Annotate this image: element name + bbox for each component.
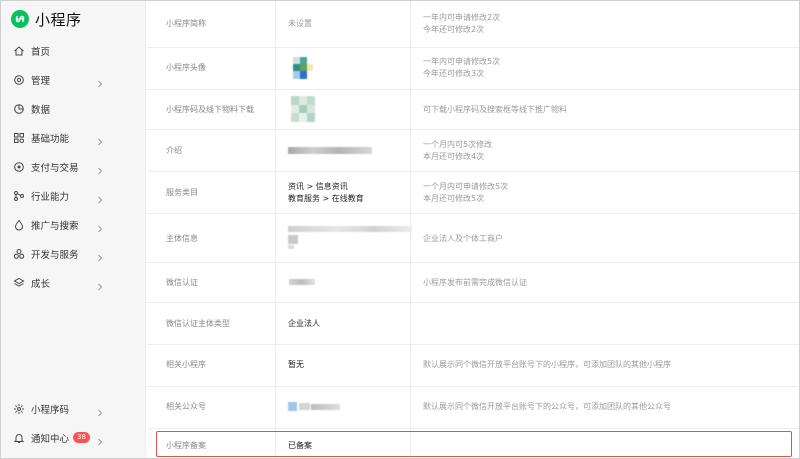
- official-account-redacted: [288, 402, 340, 411]
- grid-icon: [13, 132, 25, 144]
- row-value: 教育服务 > 在线教育: [288, 194, 364, 203]
- app-title: 小程序: [35, 10, 82, 29]
- sidebar-item-home[interactable]: 首页: [1, 36, 146, 65]
- chevron-right-icon: [95, 432, 105, 446]
- chart-icon: [13, 103, 25, 115]
- sidebar: 小程序 首页 管理 数据 基础功能 支付与交易 行业能力 推广与搜索 开发与服务…: [1, 1, 146, 458]
- sidebar-item-label: 数据: [31, 104, 51, 116]
- entity-info-redacted: [288, 224, 412, 250]
- promote-icon: [13, 219, 25, 231]
- sidebar-item-growth[interactable]: 成长: [1, 268, 146, 297]
- chevron-right-icon: [95, 403, 105, 417]
- table-row: 主体信息 企业法人及个体工商户: [147, 214, 798, 263]
- table-row: 服务类目 资讯 > 信息资讯 教育服务 > 在线教育 一个月内可申请修改5次 本…: [147, 172, 798, 214]
- sidebar-item-label: 首页: [31, 46, 51, 58]
- miniprogram-logo-icon: [11, 10, 29, 28]
- sidebar-item-payment[interactable]: 支付与交易: [1, 152, 146, 181]
- chevron-right-icon: [95, 248, 105, 262]
- row-desc: 默认展示同个微信开放平台账号下的公众号，可添加团队的其他公众号: [423, 402, 671, 411]
- row-value: 资讯 > 信息资讯: [288, 182, 348, 191]
- sidebar-item-label: 支付与交易: [31, 162, 79, 174]
- table-row: 相关公众号 默认展示同个微信开放平台账号下的公众号，可添加团队的其他公众号: [147, 387, 798, 429]
- sidebar-bottom: 小程序码 通知中心 38: [1, 394, 146, 452]
- row-desc: 一个月内可5次修改: [423, 140, 493, 149]
- home-icon: [13, 45, 25, 57]
- sidebar-item-label: 小程序码: [31, 404, 70, 416]
- chevron-right-icon: [95, 132, 105, 146]
- avatar-image: [293, 57, 313, 79]
- sidebar-item-manage[interactable]: 管理: [1, 65, 146, 94]
- sidebar-nav: 首页 管理 数据 基础功能 支付与交易 行业能力 推广与搜索 开发与服务 成长: [1, 36, 146, 297]
- table-row: 相关小程序 暂无 默认展示同个微信开放平台账号下的小程序，可添加团队的其他小程序: [147, 345, 798, 387]
- row-label: 相关公众号: [166, 402, 206, 411]
- qrcode-image[interactable]: [291, 96, 315, 122]
- table-row: 小程序头像 一年内可申请修改5次 今年还可修改3次: [147, 48, 798, 90]
- sidebar-item-dev[interactable]: 开发与服务: [1, 239, 146, 268]
- row-desc: 今年还可修改2次: [423, 25, 485, 34]
- chevron-right-icon: [95, 219, 105, 233]
- table-row: 微信认证主体类型 企业法人: [147, 303, 798, 345]
- row-desc: 一年内可申请修改2次: [423, 13, 501, 22]
- notification-count-badge: 38: [73, 432, 90, 443]
- growth-icon: [13, 277, 25, 289]
- sidebar-item-industry[interactable]: 行业能力: [1, 181, 146, 210]
- row-value: 企业法人: [288, 319, 320, 328]
- row-desc: 默认展示同个微信开放平台账号下的小程序，可添加团队的其他小程序: [423, 360, 671, 369]
- row-desc: 本月还可修改4次: [423, 152, 485, 161]
- bell-icon: [13, 432, 25, 444]
- table-row: 介绍 一个月内可5次修改 本月还可修改4次: [147, 130, 798, 172]
- row-label: 小程序头像: [166, 63, 206, 72]
- sidebar-item-label: 基础功能: [31, 133, 70, 145]
- row-desc: 一年内可申请修改5次: [423, 57, 501, 66]
- sidebar-item-label: 通知中心: [31, 433, 70, 445]
- sidebar-item-label: 推广与搜索: [31, 220, 79, 232]
- row-desc: 本月还可修改5次: [423, 194, 485, 203]
- row-label: 小程序码及线下物料下载: [166, 105, 254, 114]
- sidebar-item-label: 行业能力: [31, 191, 70, 203]
- highlight-box: [156, 431, 792, 457]
- chevron-right-icon: [95, 190, 105, 204]
- certification-redacted: [289, 279, 315, 285]
- sidebar-item-promote[interactable]: 推广与搜索: [1, 210, 146, 239]
- sidebar-item-qrcode[interactable]: 小程序码: [1, 394, 146, 423]
- sidebar-item-label: 管理: [31, 75, 51, 87]
- row-label: 微信认证主体类型: [166, 319, 230, 328]
- row-desc: 企业法人及个体工商户: [423, 234, 503, 243]
- sidebar-item-label: 成长: [31, 278, 51, 290]
- sidebar-item-basic[interactable]: 基础功能: [1, 123, 146, 152]
- info-table: 小程序简称 未设置 一年内可申请修改2次 今年还可修改2次 小程序头像 一年内可…: [147, 1, 798, 458]
- sidebar-item-label: 开发与服务: [31, 249, 79, 261]
- settings-icon: [13, 74, 25, 86]
- industry-icon: [13, 190, 25, 202]
- chevron-right-icon: [95, 277, 105, 291]
- brand[interactable]: 小程序: [11, 8, 82, 30]
- table-row: 微信认证 小程序发布前需完成微信认证: [147, 263, 798, 303]
- sidebar-item-data[interactable]: 数据: [1, 94, 146, 123]
- row-desc: 一个月内可申请修改5次: [423, 182, 509, 191]
- row-desc: 今年还可修改3次: [423, 69, 485, 78]
- chevron-right-icon: [95, 74, 105, 88]
- sidebar-item-notifications[interactable]: 通知中心 38: [1, 423, 146, 452]
- row-label: 介绍: [166, 146, 182, 155]
- payment-icon: [13, 161, 25, 173]
- row-desc: 小程序发布前需完成微信认证: [423, 278, 527, 287]
- row-value: 暂无: [288, 360, 304, 369]
- row-desc: 可下载小程序码及搜索框等线下推广物料: [423, 105, 567, 114]
- row-label: 微信认证: [166, 278, 198, 287]
- table-row: 小程序简称 未设置 一年内可申请修改2次 今年还可修改2次: [147, 1, 798, 48]
- row-label: 服务类目: [166, 188, 198, 197]
- qrcode-icon: [13, 403, 25, 415]
- row-label: 相关小程序: [166, 360, 206, 369]
- row-value: 未设置: [288, 19, 312, 28]
- row-label: 主体信息: [166, 234, 198, 243]
- dev-icon: [13, 248, 25, 260]
- row-label: 小程序简称: [166, 19, 206, 28]
- chevron-right-icon: [95, 161, 105, 175]
- intro-text-redacted: [288, 147, 372, 154]
- table-row: 小程序码及线下物料下载 可下载小程序码及搜索框等线下推广物料: [147, 90, 798, 130]
